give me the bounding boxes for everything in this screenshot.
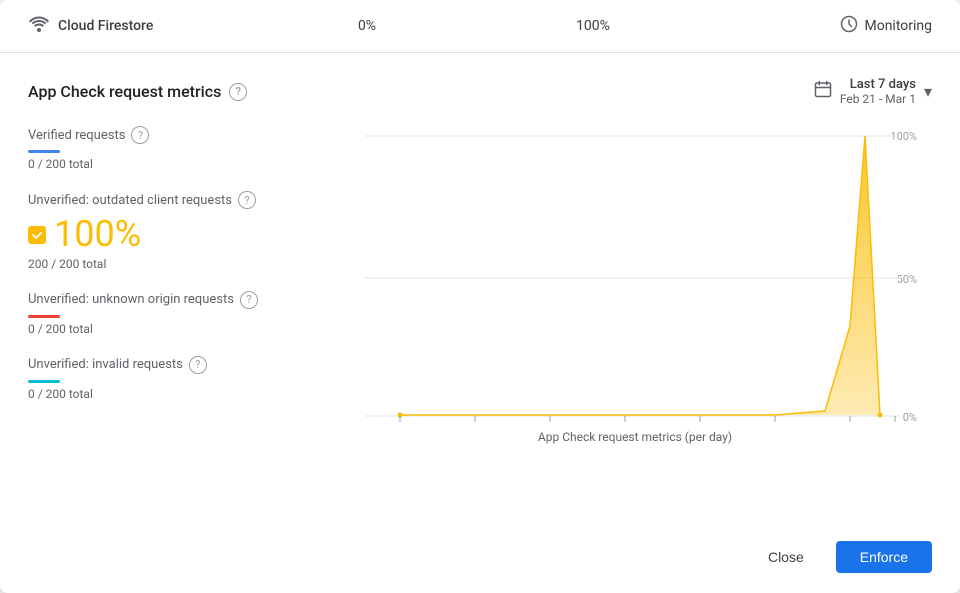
section-help-icon[interactable]: ? bbox=[229, 83, 247, 101]
main-content: App Check request metrics ? Last 7 days … bbox=[0, 53, 960, 525]
metric-invalid-help-icon[interactable]: ? bbox=[189, 356, 207, 374]
cloud-firestore-icon bbox=[28, 14, 50, 38]
metric-verified: Verified requests ? 0 / 200 total bbox=[28, 126, 338, 171]
close-button[interactable]: Close bbox=[748, 541, 824, 573]
metric-unknown-line bbox=[28, 315, 60, 318]
section-title-text: App Check request metrics bbox=[28, 82, 221, 101]
metric-unknown-total: 0 / 200 total bbox=[28, 322, 338, 336]
chart-svg: 100% 50% 0% bbox=[338, 126, 932, 426]
percent-0: 0% bbox=[254, 18, 480, 34]
monitoring-label: Monitoring bbox=[864, 18, 932, 34]
date-range-label: Last 7 days bbox=[850, 77, 916, 92]
left-panel: Verified requests ? 0 / 200 total Unveri… bbox=[28, 126, 338, 525]
body-layout: Verified requests ? 0 / 200 total Unveri… bbox=[28, 126, 932, 525]
metric-unknown-help-icon[interactable]: ? bbox=[240, 291, 258, 309]
section-header: App Check request metrics ? Last 7 days … bbox=[28, 77, 932, 106]
date-range-picker[interactable]: Last 7 days Feb 21 - Mar 1 ▾ bbox=[814, 77, 932, 106]
chevron-down-icon: ▾ bbox=[924, 82, 932, 101]
service-name: Cloud Firestore bbox=[58, 18, 153, 34]
metric-verified-help-icon[interactable]: ? bbox=[131, 126, 149, 144]
section-title-row: App Check request metrics ? bbox=[28, 82, 247, 101]
enforce-button[interactable]: Enforce bbox=[836, 541, 932, 573]
metric-outdated-row: 100% bbox=[28, 215, 338, 255]
metric-unknown-label: Unverified: unknown origin requests ? bbox=[28, 291, 338, 309]
monitoring-section: Monitoring bbox=[706, 15, 932, 38]
metric-invalid-total: 0 / 200 total bbox=[28, 387, 338, 401]
svg-text:50%: 50% bbox=[897, 273, 917, 286]
metric-verified-total: 0 / 200 total bbox=[28, 157, 338, 171]
metric-outdated-checkbox bbox=[28, 226, 46, 244]
metric-outdated: Unverified: outdated client requests ? 1… bbox=[28, 191, 338, 271]
service-info: Cloud Firestore bbox=[28, 14, 254, 38]
chart-area: 100% 50% 0% bbox=[338, 126, 932, 525]
chart-x-axis-label: App Check request metrics (per day) bbox=[338, 430, 932, 444]
metric-outdated-label: Unverified: outdated client requests ? bbox=[28, 191, 338, 209]
monitoring-clock-icon bbox=[840, 15, 858, 38]
calendar-icon bbox=[814, 80, 832, 103]
metric-verified-line bbox=[28, 150, 60, 153]
metric-outdated-total: 200 / 200 total bbox=[28, 257, 338, 271]
metric-outdated-help-icon[interactable]: ? bbox=[238, 191, 256, 209]
metric-verified-label: Verified requests ? bbox=[28, 126, 338, 144]
svg-text:0%: 0% bbox=[903, 411, 917, 424]
metric-unknown: Unverified: unknown origin requests ? 0 … bbox=[28, 291, 338, 336]
metric-outdated-value: 100% bbox=[54, 215, 141, 255]
percent-100: 100% bbox=[480, 18, 706, 34]
metric-invalid-label: Unverified: invalid requests ? bbox=[28, 356, 338, 374]
dialog: Cloud Firestore 0% 100% Monitoring App C… bbox=[0, 0, 960, 593]
date-range-text: Last 7 days Feb 21 - Mar 1 bbox=[840, 77, 916, 106]
date-range-sub: Feb 21 - Mar 1 bbox=[840, 92, 916, 106]
footer: Close Enforce bbox=[0, 525, 960, 593]
metric-invalid: Unverified: invalid requests ? 0 / 200 t… bbox=[28, 356, 338, 401]
metric-invalid-line bbox=[28, 380, 60, 383]
top-bar: Cloud Firestore 0% 100% Monitoring bbox=[0, 0, 960, 53]
chart-svg-wrapper: 100% 50% 0% bbox=[338, 126, 932, 426]
